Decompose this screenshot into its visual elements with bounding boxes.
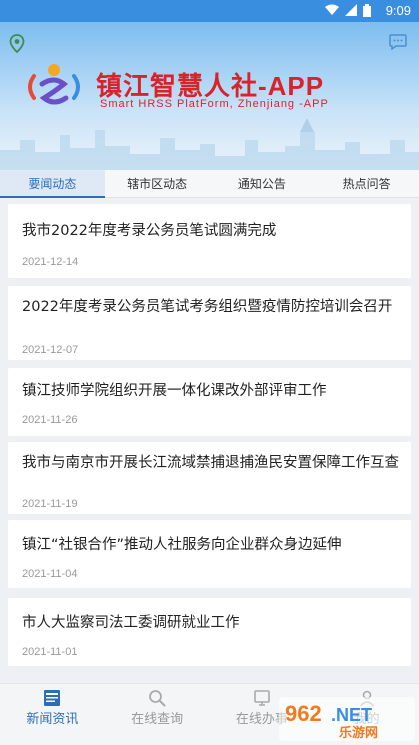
service-icon: [254, 690, 270, 706]
hrss-logo-icon: [28, 64, 80, 105]
location-icon[interactable]: [8, 34, 26, 54]
news-title: 市人大监察司法工委调研就业工作: [22, 615, 240, 631]
news-item[interactable]: 2022年度考录公务员笔试考务组织暨疫情防控培训会召开 2021-12-07: [8, 286, 411, 360]
tab-district-news[interactable]: 辖市区动态: [105, 170, 210, 197]
svg-text:乐游网: 乐游网: [339, 725, 378, 741]
nav-news[interactable]: 新闻资讯: [0, 684, 105, 745]
tab-news[interactable]: 要闻动态: [0, 170, 105, 198]
svg-text:962: 962: [285, 701, 322, 726]
news-item[interactable]: 镇江“社银合作”推动人社服务向企业群众身边延伸 2021-11-04: [8, 520, 411, 588]
battery-icon: [363, 4, 371, 17]
city-skyline-illustration: [0, 118, 419, 170]
news-date: 2021-11-04: [22, 568, 78, 580]
category-tabs: 要闻动态 辖市区动态 通知公告 热点问答: [0, 170, 419, 198]
news-date: 2021-11-26: [22, 414, 78, 426]
brand-subtitle: Smart HRSS PlatForm, Zhenjiang -APP: [100, 98, 329, 110]
news-date: 2021-11-01: [22, 646, 78, 658]
news-icon: [44, 690, 61, 706]
news-title: 镇江技师学院组织开展一体化课改外部评审工作: [22, 383, 327, 399]
news-date: 2021-12-07: [22, 344, 79, 356]
news-date: 2021-12-14: [22, 256, 79, 268]
tab-notices[interactable]: 通知公告: [210, 170, 315, 197]
news-date: 2021-11-19: [22, 498, 78, 510]
news-title: 2022年度考录公务员笔试考务组织暨疫情防控培训会召开: [22, 299, 393, 315]
svg-text:.NET: .NET: [331, 705, 372, 725]
news-title: 我市与南京市开展长江流域禁捕退捕渔民安置保障工作互查: [22, 455, 399, 471]
site-watermark-logo: 962 .NET 乐游网: [279, 697, 415, 741]
nav-query[interactable]: 在线查询: [105, 684, 210, 745]
status-icons: [325, 4, 371, 17]
news-title: 我市2022年度考录公务员笔试圆满完成: [22, 223, 277, 239]
brand-block: 镇江智慧人社-APP Smart HRSS PlatForm, Zhenjian…: [24, 62, 394, 118]
nav-label: 在线查询: [131, 712, 184, 727]
status-time: 9:09: [385, 3, 411, 18]
status-bar: 9:09: [0, 0, 419, 22]
tab-hot-qa[interactable]: 热点问答: [314, 170, 419, 197]
news-item[interactable]: 市人大监察司法工委调研就业工作 2021-11-01: [8, 598, 411, 666]
news-title: 镇江“社银合作”推动人社服务向企业群众身边延伸: [22, 537, 342, 553]
news-item[interactable]: 我市2022年度考录公务员笔试圆满完成 2021-12-14: [8, 204, 411, 278]
news-item[interactable]: 镇江技师学院组织开展一体化课改外部评审工作 2021-11-26: [8, 368, 411, 436]
signal-icon: [345, 4, 357, 16]
news-list: 我市2022年度考录公务员笔试圆满完成 2021-12-14 2022年度考录公…: [0, 204, 419, 676]
header-banner: 镇江智慧人社-APP Smart HRSS PlatForm, Zhenjian…: [0, 22, 419, 170]
nav-label: 新闻资讯: [26, 712, 79, 727]
search-icon: [149, 690, 166, 707]
wifi-icon: [325, 4, 339, 15]
chat-icon[interactable]: [389, 34, 407, 50]
news-item[interactable]: 我市与南京市开展长江流域禁捕退捕渔民安置保障工作互查 2021-11-19: [8, 442, 411, 514]
